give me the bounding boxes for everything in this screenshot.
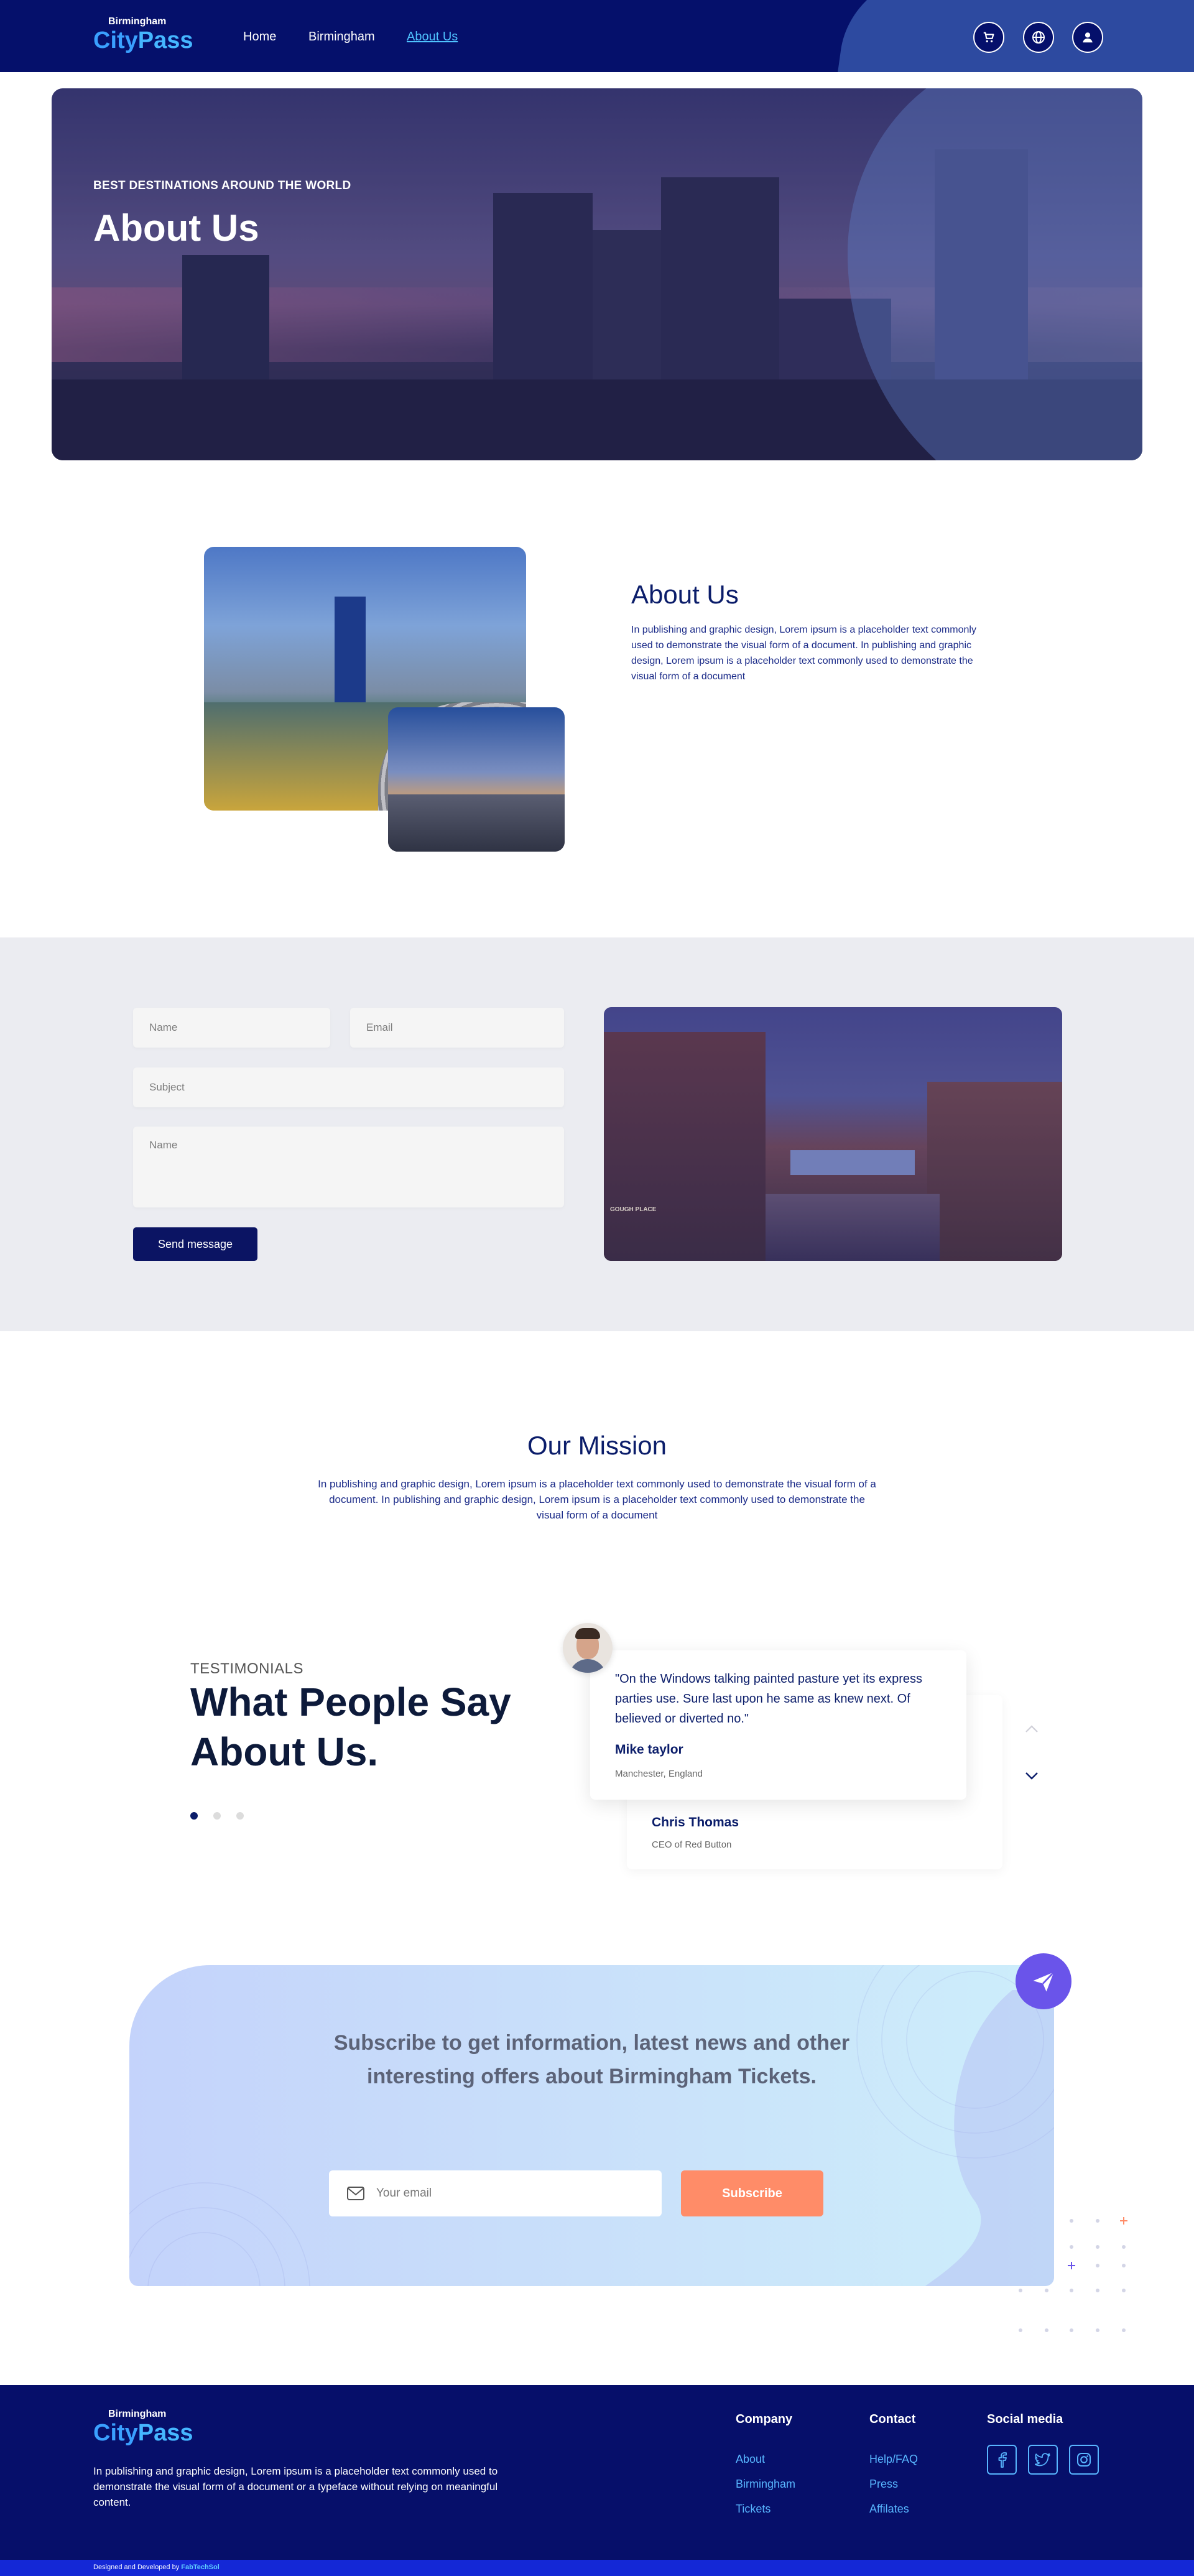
subscribe-heading-line1: Subscribe to get information, latest new…: [333, 2031, 850, 2055]
hero-banner: BEST DESTINATIONS AROUND THE WORLD About…: [52, 88, 1142, 460]
testimonials-heading: What People Say About Us.: [190, 1677, 511, 1777]
mission-title: Our Mission: [527, 1431, 667, 1460]
footer-company-title: Company: [736, 2412, 793, 2426]
logo-pass: Pass: [137, 27, 193, 53]
chevron-up-icon: [1025, 1725, 1038, 1732]
carousel-dot-3[interactable]: [236, 1812, 244, 1820]
footer-link-help-faq[interactable]: Help/FAQ: [869, 2453, 918, 2466]
paper-plane-icon: [1033, 1971, 1055, 1992]
footer-logo-pass: Pass: [137, 2420, 193, 2446]
send-message-button[interactable]: Send message: [133, 1227, 257, 1261]
subscribe-email-placeholder: Your email: [376, 2187, 432, 2200]
testimonial-name: Chris Thomas: [652, 1815, 739, 1830]
about-text: In publishing and graphic design, Lorem …: [631, 625, 976, 682]
message-textarea[interactable]: Name: [133, 1127, 564, 1207]
hero-subtitle: BEST DESTINATIONS AROUND THE WORLD: [93, 179, 351, 192]
chevron-down-icon: [1025, 1772, 1038, 1780]
testimonial-quote: "On the Windows talking painted pasture …: [615, 1672, 923, 1726]
subscribe-button[interactable]: Subscribe: [681, 2170, 823, 2216]
carousel-up-button[interactable]: [1025, 1724, 1039, 1736]
footer-credit-prefix: Designed and Developed by: [93, 2564, 182, 2571]
carousel-dot-2[interactable]: [213, 1812, 221, 1820]
logo-text: CityPass: [93, 27, 193, 54]
logo[interactable]: Birmingham CityPass: [93, 16, 193, 54]
footer-link-press[interactable]: Press: [869, 2478, 898, 2491]
cart-icon: [983, 32, 994, 43]
about-title: About Us: [631, 580, 739, 609]
instagram-link[interactable]: [1069, 2445, 1099, 2475]
carousel-dot-1[interactable]: [190, 1812, 198, 1820]
dot-grid-decoration: [1011, 2215, 1135, 2339]
cart-button[interactable]: [973, 22, 1004, 53]
footer-logo[interactable]: Birmingham CityPass: [93, 2409, 193, 2447]
footer-credit-bar: Designed and Developed by FabTechSol: [0, 2560, 1194, 2576]
subscribe-heading-line2: interesting offers about Birmingham Tick…: [367, 2065, 817, 2088]
carousel-down-button[interactable]: [1025, 1772, 1039, 1783]
nav-about-us[interactable]: About Us: [407, 30, 458, 44]
footer-logo-small-text: Birmingham: [108, 2409, 167, 2419]
instagram-icon: [1077, 2453, 1091, 2467]
subscribe-panel: Subscribe to get information, latest new…: [129, 1965, 1054, 2286]
name-input[interactable]: Name: [133, 1008, 330, 1048]
user-icon: [1083, 32, 1093, 43]
footer-link-birmingham[interactable]: Birmingham: [736, 2478, 795, 2491]
footer-link-about[interactable]: About: [736, 2453, 765, 2466]
avatar: [563, 1623, 613, 1673]
testimonial-name: Mike taylor: [615, 1742, 683, 1757]
image-caption: GOUGH PLACE: [610, 1206, 657, 1213]
twitter-link[interactable]: [1028, 2445, 1058, 2475]
subject-input[interactable]: Subject: [133, 1067, 564, 1107]
language-button[interactable]: [1023, 22, 1054, 53]
mission-text: In publishing and graphic design, Lorem …: [318, 1478, 876, 1521]
testimonials-heading-line1: What People Say: [190, 1680, 511, 1724]
footer-social-title: Social media: [987, 2412, 1063, 2426]
testimonials-tag: TESTIMONIALS: [190, 1660, 304, 1677]
envelope-icon: [347, 2187, 364, 2200]
contact-image-canal: GOUGH PLACE: [604, 1007, 1062, 1261]
hero-decoration: [848, 88, 1142, 460]
facebook-icon: [998, 2452, 1007, 2468]
testimonial-card-front[interactable]: "On the Windows talking painted pasture …: [590, 1650, 966, 1800]
twitter-icon: [1035, 2453, 1050, 2467]
subscribe-email-input[interactable]: Your email: [329, 2170, 662, 2216]
globe-icon: [1032, 31, 1045, 44]
footer-contact-title: Contact: [869, 2412, 916, 2426]
email-input[interactable]: Email: [350, 1008, 564, 1048]
footer-credit: Designed and Developed by FabTechSol: [93, 2564, 220, 2571]
facebook-link[interactable]: [987, 2445, 1017, 2475]
footer-description: In publishing and graphic design, Lorem …: [93, 2465, 498, 2508]
nav-birmingham[interactable]: Birmingham: [308, 30, 375, 44]
testimonials-heading-line2: About Us.: [190, 1729, 379, 1774]
send-plane-badge: [1016, 1953, 1071, 2009]
logo-small-text: Birmingham: [108, 16, 167, 27]
about-image-bullring: [388, 707, 565, 852]
subscribe-heading: Subscribe to get information, latest new…: [129, 2026, 1054, 2093]
top-navbar: Birmingham CityPass Home Birmingham Abou…: [0, 0, 1194, 72]
account-button[interactable]: [1072, 22, 1103, 53]
testimonial-location: Manchester, England: [615, 1769, 703, 1779]
logo-city: City: [93, 27, 138, 53]
testimonial-location: CEO of Red Button: [652, 1839, 732, 1850]
footer-link-affilates[interactable]: Affilates: [869, 2503, 909, 2516]
navbar-decoration: [833, 0, 1194, 72]
nav-home[interactable]: Home: [243, 30, 276, 44]
footer-link-tickets[interactable]: Tickets: [736, 2503, 771, 2516]
hero-title: About Us: [93, 207, 259, 249]
subscribe-background-decoration: [129, 1965, 1054, 2286]
footer-logo-city: City: [93, 2420, 138, 2446]
footer-logo-text: CityPass: [93, 2420, 193, 2447]
footer-credit-brand[interactable]: FabTechSol: [181, 2564, 220, 2571]
